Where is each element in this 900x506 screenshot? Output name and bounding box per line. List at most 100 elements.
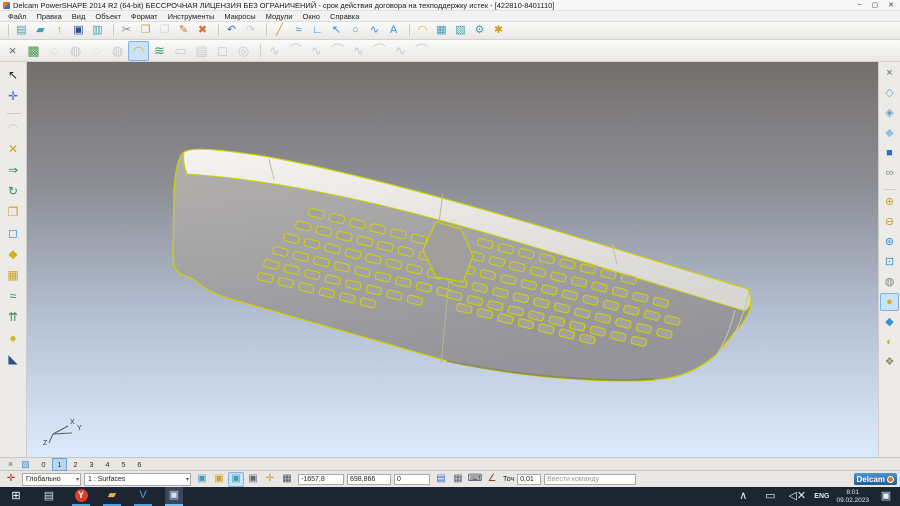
create-circle-icon[interactable]: ○ bbox=[346, 22, 365, 39]
create-arrow-icon[interactable]: ↖ bbox=[327, 22, 346, 39]
volume-muted-icon[interactable]: ◁✕ bbox=[787, 487, 807, 506]
menu-modules[interactable]: Модули bbox=[262, 12, 297, 21]
hidden-icons-button[interactable]: ∧ bbox=[733, 487, 753, 506]
workplane-select[interactable]: Глобально bbox=[22, 473, 81, 486]
workplane-icon[interactable]: ✛ bbox=[3, 472, 19, 487]
menu-macros[interactable]: Макросы bbox=[220, 12, 259, 21]
mirror-icon[interactable]: ❐ bbox=[3, 202, 24, 221]
levels-palette-icon[interactable]: ▧ bbox=[18, 458, 33, 471]
level-tab-5[interactable]: 5 bbox=[116, 458, 131, 471]
import-icon[interactable]: ↑ bbox=[50, 22, 69, 39]
language-indicator[interactable]: ENG bbox=[814, 493, 829, 500]
level-tab-2[interactable]: 2 bbox=[68, 458, 83, 471]
save-icon[interactable]: ▣ bbox=[69, 22, 88, 39]
zoom-out-icon[interactable]: ⊖ bbox=[880, 213, 899, 231]
close-button[interactable]: ✕ bbox=[888, 1, 894, 9]
extrude-icon[interactable]: ⇈ bbox=[3, 307, 24, 326]
undo-icon[interactable]: ↶ bbox=[222, 22, 241, 39]
create-feature-icon[interactable]: ▧ bbox=[451, 22, 470, 39]
powershape-app-icon[interactable]: ▣ bbox=[165, 487, 183, 506]
action-center-icon[interactable]: ▣ bbox=[876, 487, 896, 506]
v-app-icon[interactable]: V bbox=[134, 487, 152, 506]
surface-edit-icon[interactable]: ▩ bbox=[23, 41, 44, 61]
start-button[interactable]: ⊞ bbox=[6, 487, 26, 506]
create-line-icon[interactable]: ╱ bbox=[270, 22, 289, 39]
coord-z-field[interactable]: 0 bbox=[394, 474, 430, 485]
shaded-render-icon[interactable]: ● bbox=[880, 293, 899, 311]
clock[interactable]: 8:01 09.02.2023 bbox=[836, 489, 869, 504]
create-curve-icon[interactable]: ∿ bbox=[365, 22, 384, 39]
trim-tool-icon[interactable]: ✕ bbox=[3, 139, 24, 158]
format-painter-icon[interactable]: ✎ bbox=[174, 22, 193, 39]
explorer-app-icon[interactable]: ▰ bbox=[103, 487, 121, 506]
viewbar-close-icon[interactable]: × bbox=[880, 64, 899, 82]
grid-icon[interactable]: ▦ bbox=[279, 472, 295, 487]
wizard-icon[interactable]: ✱ bbox=[489, 22, 508, 39]
offset-icon[interactable]: ⇒ bbox=[3, 160, 24, 179]
surface-from-curves-icon[interactable]: ◠ bbox=[128, 41, 149, 61]
create-sketch-icon[interactable]: ≈ bbox=[289, 22, 308, 39]
solid-cube-icon[interactable]: ◆ bbox=[3, 244, 24, 263]
notepad-app-icon[interactable]: ▤ bbox=[39, 487, 59, 506]
level-tab-1[interactable]: 1 bbox=[52, 458, 67, 471]
iso-view-icon[interactable]: ◇ bbox=[880, 84, 899, 102]
network-icon[interactable]: ▭ bbox=[760, 487, 780, 506]
top-view-icon[interactable]: ◆ bbox=[880, 124, 899, 142]
zoom-box-icon[interactable]: ⊡ bbox=[880, 253, 899, 271]
multi-view-icon[interactable]: ∞ bbox=[880, 164, 899, 182]
zoom-in-icon[interactable]: ⊕ bbox=[880, 193, 899, 211]
render-quality-icon[interactable]: ◐ bbox=[880, 333, 899, 351]
menu-help[interactable]: Справка bbox=[326, 12, 363, 21]
menu-tools[interactable]: Инструменты bbox=[164, 12, 219, 21]
coord-y-field[interactable]: 698,866 bbox=[347, 474, 391, 485]
rotate-icon[interactable]: ↻ bbox=[3, 181, 24, 200]
viewport-3d[interactable]: X Y Z bbox=[27, 62, 878, 457]
pyramid-select-icon[interactable]: ◣ bbox=[3, 349, 24, 368]
maximize-button[interactable]: ▢ bbox=[872, 1, 879, 9]
create-text-icon[interactable]: A bbox=[384, 22, 403, 39]
level-select[interactable]: 1 : Surfaces bbox=[84, 473, 191, 486]
create-assembly-icon[interactable]: ⚙ bbox=[470, 22, 489, 39]
menu-edit[interactable]: Правка bbox=[32, 12, 65, 21]
menu-file[interactable]: Файл bbox=[4, 12, 30, 21]
snap-grid-icon[interactable]: ▣ bbox=[228, 472, 244, 487]
level-tab-3[interactable]: 3 bbox=[84, 458, 99, 471]
array-icon[interactable]: ▦ bbox=[3, 265, 24, 284]
snap-angle-icon[interactable]: ▣ bbox=[245, 472, 261, 487]
print-icon[interactable]: ▥ bbox=[88, 22, 107, 39]
front-view-icon[interactable]: ◈ bbox=[880, 104, 899, 122]
item-list-icon[interactable]: ▤ bbox=[433, 472, 449, 487]
levels-close-icon[interactable]: × bbox=[3, 458, 18, 471]
coord-x-field[interactable]: -1657,8 bbox=[298, 474, 344, 485]
create-polyline-icon[interactable]: ∟ bbox=[308, 22, 327, 39]
menu-object[interactable]: Объект bbox=[91, 12, 125, 21]
level-tab-6[interactable]: 6 bbox=[132, 458, 147, 471]
morph-icon[interactable]: ≈ bbox=[3, 286, 24, 305]
toolbar-close-icon[interactable]: × bbox=[2, 41, 23, 61]
level-tab-0[interactable]: 0 bbox=[36, 458, 51, 471]
zoom-full-icon[interactable]: ⊛ bbox=[880, 233, 899, 251]
shaded-cube-icon[interactable]: ■ bbox=[880, 144, 899, 162]
snap-items-icon[interactable]: ▣ bbox=[211, 472, 227, 487]
surface-drive-curve-icon[interactable]: ≋ bbox=[149, 41, 170, 61]
tolerance-value-field[interactable]: 0,01 bbox=[517, 474, 541, 485]
minimize-button[interactable]: – bbox=[858, 1, 862, 9]
yandex-browser-icon[interactable]: Y bbox=[72, 487, 90, 506]
new-model-icon[interactable]: ▤ bbox=[12, 22, 31, 39]
globe-icon[interactable]: ◍ bbox=[880, 273, 899, 291]
menu-view[interactable]: Вид bbox=[68, 12, 90, 21]
tolerance-icon[interactable]: ∠ bbox=[484, 472, 500, 487]
menu-window[interactable]: Окно bbox=[299, 12, 324, 21]
intelligent-cursor-icon[interactable]: ▣ bbox=[194, 472, 210, 487]
cut-icon[interactable]: ✂ bbox=[117, 22, 136, 39]
hide-item-icon[interactable]: ❖ bbox=[880, 353, 899, 371]
calculator-icon[interactable]: ▦ bbox=[450, 472, 466, 487]
menu-format[interactable]: Формат bbox=[127, 12, 162, 21]
command-input[interactable] bbox=[544, 474, 636, 485]
delete-icon[interactable]: ✖ bbox=[193, 22, 212, 39]
wireframe-cube-icon[interactable]: ◻ bbox=[3, 223, 24, 242]
workplane-snap-icon[interactable]: ✛ bbox=[262, 472, 278, 487]
create-surface-icon[interactable]: ◠ bbox=[413, 22, 432, 39]
create-solid-icon[interactable]: ▦ bbox=[432, 22, 451, 39]
transform-icon[interactable]: ✛ bbox=[3, 86, 24, 105]
